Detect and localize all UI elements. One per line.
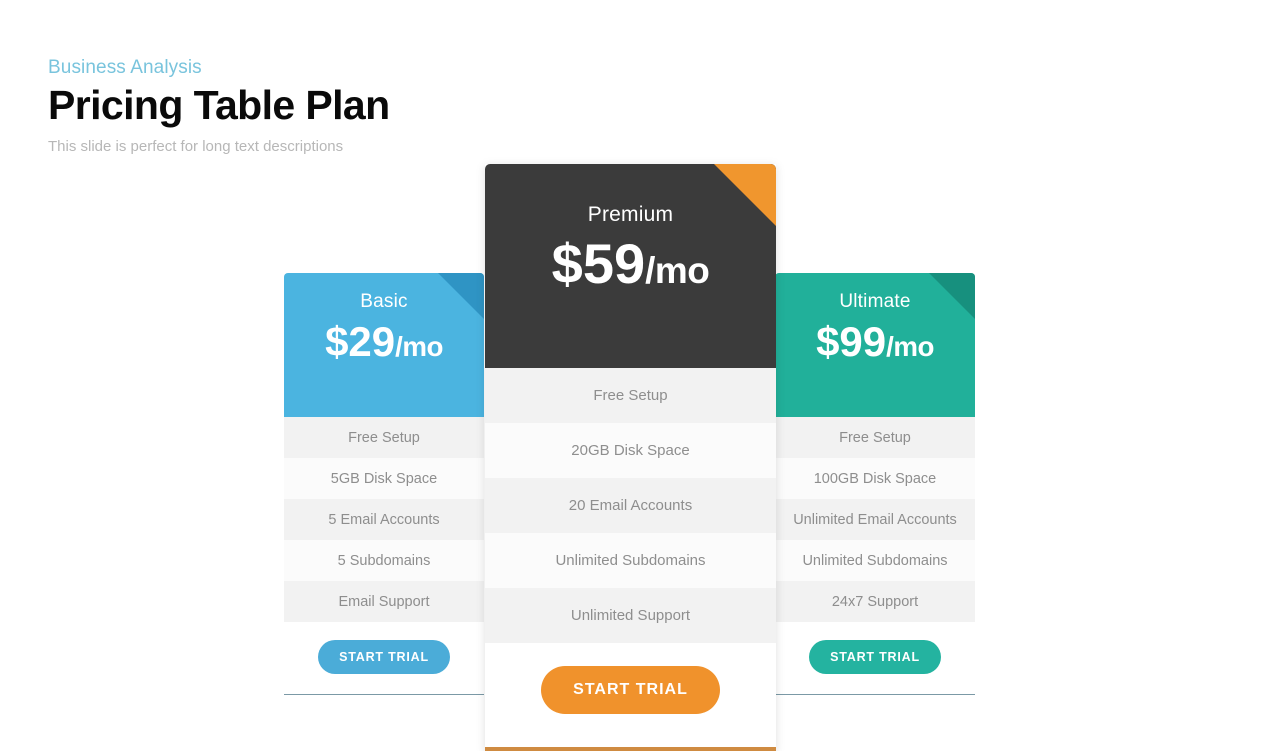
plan-card-premium[interactable]: Premium $59/mo Free Setup 20GB Disk Spac… <box>485 164 776 751</box>
list-item: Unlimited Email Accounts <box>775 499 975 540</box>
list-item: Free Setup <box>485 368 776 423</box>
card-bottom-rule <box>485 747 776 751</box>
list-item: 5GB Disk Space <box>284 458 484 499</box>
list-item: Free Setup <box>284 417 484 458</box>
plan-card-basic[interactable]: Basic $29/mo Free Setup 5GB Disk Space 5… <box>284 273 484 695</box>
plan-price-period: /mo <box>886 330 934 362</box>
card-bottom-rule <box>284 694 484 695</box>
plan-footer-premium: START TRIAL <box>485 643 776 747</box>
list-item: 20 Email Accounts <box>485 478 776 533</box>
plan-name-ultimate: Ultimate <box>839 291 911 312</box>
plan-card-ultimate[interactable]: Ultimate $99/mo Free Setup 100GB Disk Sp… <box>775 273 975 695</box>
list-item: 5 Email Accounts <box>284 499 484 540</box>
plan-header-basic: Basic $29/mo <box>284 273 484 417</box>
feature-list-premium: Free Setup 20GB Disk Space 20 Email Acco… <box>485 368 776 643</box>
card-bottom-rule <box>775 694 975 695</box>
plan-price-amount: $99 <box>816 317 887 365</box>
plan-header-premium: Premium $59/mo <box>485 164 776 368</box>
list-item: 24x7 Support <box>775 581 975 622</box>
list-item: 5 Subdomains <box>284 540 484 581</box>
plan-price-period: /mo <box>645 250 710 292</box>
plan-price-amount: $59 <box>551 232 646 296</box>
plan-footer-ultimate: START TRIAL <box>775 622 975 694</box>
start-trial-button-ultimate[interactable]: START TRIAL <box>809 640 941 674</box>
start-trial-button-premium[interactable]: START TRIAL <box>541 666 720 714</box>
plan-footer-basic: START TRIAL <box>284 622 484 694</box>
list-item: 20GB Disk Space <box>485 423 776 478</box>
plan-price-period: /mo <box>395 330 443 362</box>
list-item: 100GB Disk Space <box>775 458 975 499</box>
plan-name-premium: Premium <box>587 203 674 226</box>
list-item: Free Setup <box>775 417 975 458</box>
start-trial-button-basic[interactable]: START TRIAL <box>318 640 450 674</box>
list-item: Unlimited Subdomains <box>485 533 776 588</box>
plan-price-amount: $29 <box>325 317 396 365</box>
feature-list-basic: Free Setup 5GB Disk Space 5 Email Accoun… <box>284 417 484 622</box>
pricing-table: Basic $29/mo Free Setup 5GB Disk Space 5… <box>0 0 1280 751</box>
plan-price-basic: $29/mo <box>284 317 484 365</box>
feature-list-ultimate: Free Setup 100GB Disk Space Unlimited Em… <box>775 417 975 622</box>
plan-header-ultimate: Ultimate $99/mo <box>775 273 975 417</box>
list-item: Unlimited Subdomains <box>775 540 975 581</box>
list-item: Unlimited Support <box>485 588 776 643</box>
plan-name-basic: Basic <box>360 291 408 312</box>
plan-price-premium: $59/mo <box>485 232 776 296</box>
list-item: Email Support <box>284 581 484 622</box>
plan-price-ultimate: $99/mo <box>775 317 975 365</box>
